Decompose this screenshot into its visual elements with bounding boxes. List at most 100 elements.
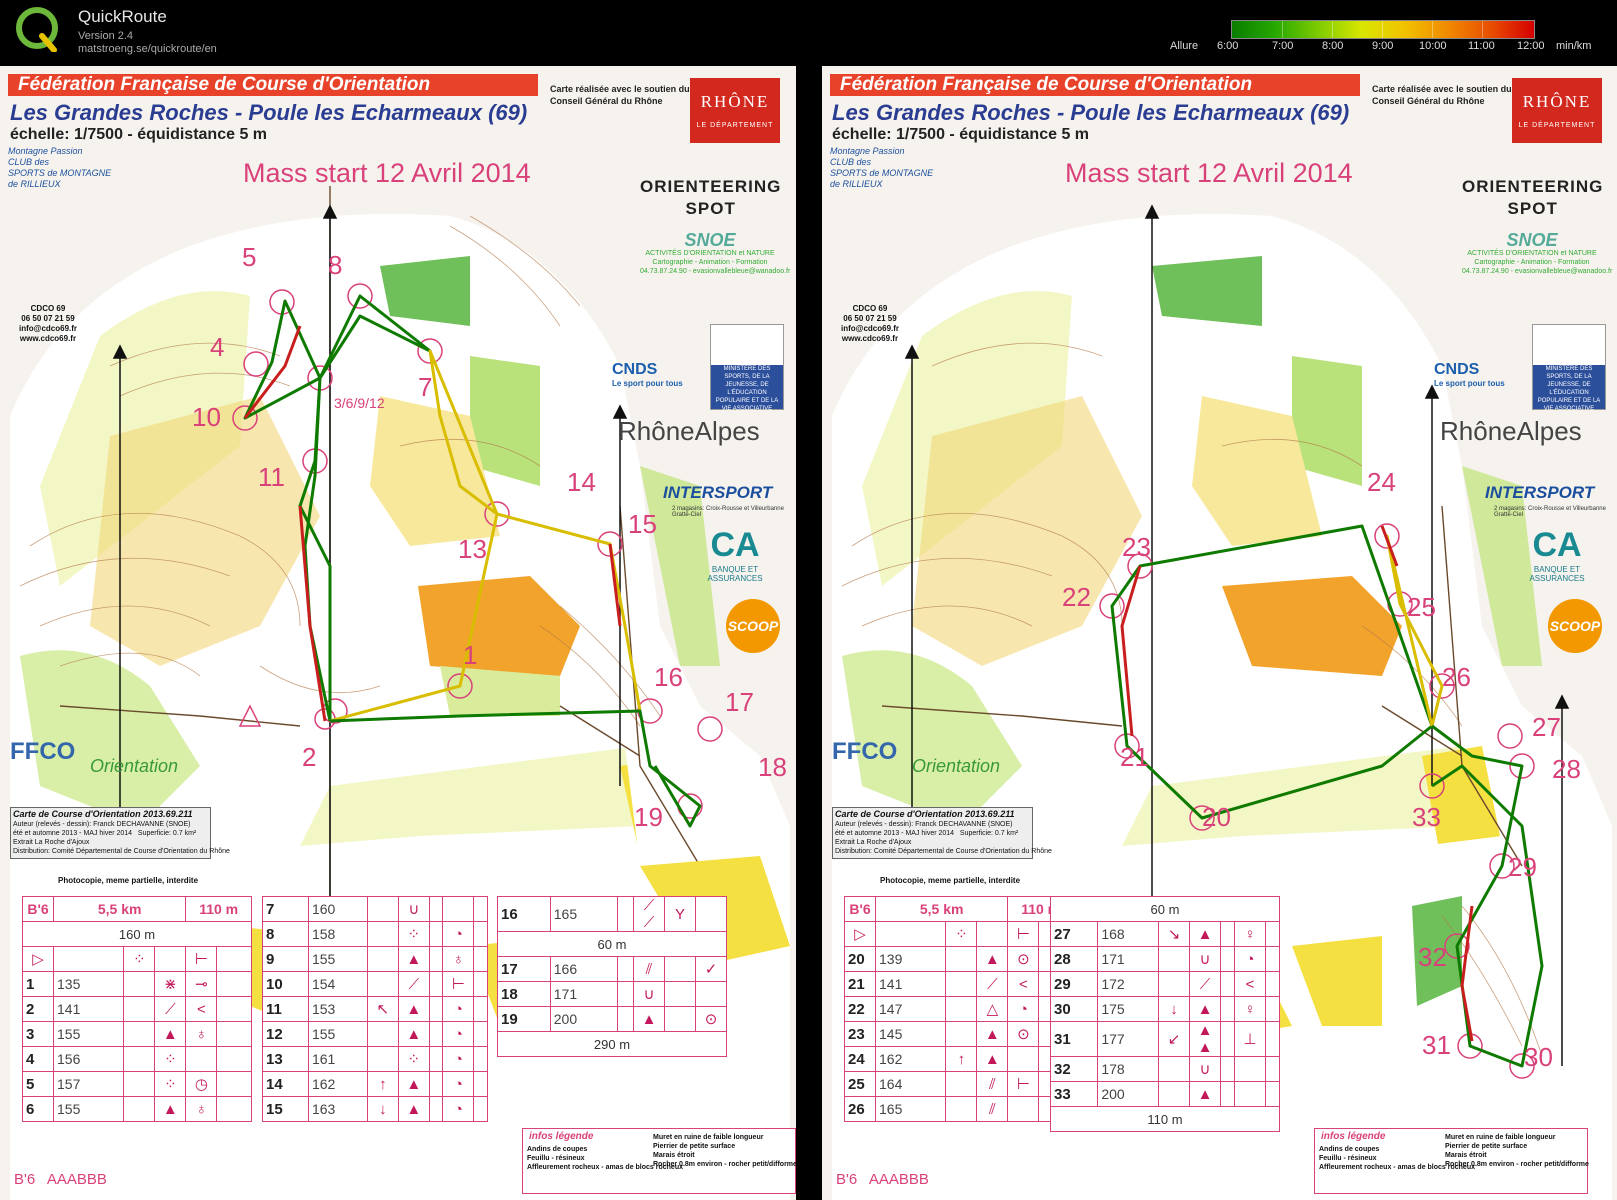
description-table-left-2: 7 160 ∪ 8 158 ⁘ ◔ 9 155 ▲ ♁ 10 154 ⟋ ⊢ 11 153 ↖ ▲ ◔ 12 1…	[262, 896, 488, 1122]
legend-left: Andins de coupes Feuillu - résineux Affl…	[1319, 1146, 1475, 1171]
control-symbol: ▲ ▲	[1189, 1021, 1221, 1057]
control-num: 32	[1049, 1056, 1099, 1082]
map-scale: échelle: 1/7500 - équidistance 5 m	[832, 126, 1090, 143]
control-num: 25	[844, 1071, 876, 1097]
orienteering-spot-logo: ORIENTEERING SPOT	[1462, 177, 1604, 218]
course-orientation-logo: Orientation	[90, 756, 179, 776]
footer-code: B'6	[14, 1171, 36, 1188]
legend-box-right: infos légende Andins de coupes Feuillu -…	[1314, 1128, 1589, 1194]
control-detail: ♁	[185, 1021, 218, 1047]
control-detail: ⊙	[695, 1006, 727, 1032]
control-symbol: ▲	[1189, 921, 1221, 947]
cnds-sub: Le sport pour tous	[1434, 379, 1505, 388]
rhone-logo: RHÔNE LE DÉPARTEMENT	[1512, 78, 1602, 143]
control-symbol: ⁘	[397, 921, 430, 947]
pace-color-scale	[1231, 20, 1535, 39]
rhone-logo: RHÔNE LE DÉPARTEMENT	[690, 78, 780, 143]
app-toolbar: QuickRoute Version 2.4 matstroeng.se/qui…	[0, 0, 1617, 62]
rhone-logo-sub: LE DÉPARTEMENT	[696, 122, 774, 129]
pace-tick: 7:00	[1272, 40, 1294, 52]
control-num: 11	[262, 996, 309, 1022]
control-code: 141	[874, 971, 947, 997]
control-detail: ⊢	[1007, 1071, 1040, 1097]
map-title: Les Grandes Roches - Poule les Echarmeau…	[832, 100, 1350, 125]
control-num: 26	[844, 1096, 876, 1122]
control-symbol: ∪	[633, 981, 665, 1007]
control-code: 172	[1097, 971, 1159, 997]
control-detail: ◷	[185, 1071, 218, 1097]
control-detail: ◔	[442, 1096, 475, 1122]
course-length: 5,5 km	[52, 896, 187, 922]
control-detail: ⊙	[1007, 946, 1040, 972]
control-symbol: ⫽	[976, 1071, 1009, 1097]
control-detail: ♁	[185, 1096, 218, 1122]
pace-tick: 12:00	[1517, 40, 1545, 52]
control-detail: ⊢	[442, 971, 475, 997]
card-title: Carte de Course d'Orientation 2013.69.21…	[835, 809, 1015, 819]
footer-letters: AAABBB	[46, 1171, 107, 1188]
control-symbol: ⟋	[1189, 971, 1221, 997]
control-code: 145	[874, 1021, 947, 1047]
control-num: 5	[22, 1071, 54, 1097]
map-panel-right[interactable]: Fédération Française de Course d'Orienta…	[822, 66, 1617, 1200]
control-symbol: ⟋ ⟋	[633, 896, 665, 932]
control-detail: ✓	[695, 956, 727, 982]
control-num: 15	[262, 1096, 309, 1122]
ministry-logo: MINISTÈRE DES SPORTS, DE LA JEUNESSE, DE…	[710, 324, 784, 412]
control-code: 154	[307, 971, 368, 997]
control-num: 14	[262, 1071, 309, 1097]
card-lines: Auteur (relevés - dessin): Franck DECHAV…	[835, 821, 1052, 855]
app-url[interactable]: matstroeng.se/quickroute/en	[78, 43, 217, 55]
control-detail: ◔	[1007, 996, 1040, 1022]
start-triangle-icon: ▷	[22, 946, 54, 972]
radio-scoop-logo: SCOOP	[726, 599, 780, 653]
event-title: Mass start 12 Avril 2014	[243, 158, 531, 188]
rhone-logo-text: RHÔNE	[700, 92, 770, 111]
ca-mark: CA	[1532, 526, 1582, 564]
control-detail: ⊸	[185, 971, 218, 997]
control-num: 20	[844, 946, 876, 972]
control-symbol: ▲	[397, 996, 430, 1022]
control-detail	[185, 1046, 218, 1072]
map-panel-left[interactable]: Fédération Française de Course d'Orienta…	[0, 66, 796, 1200]
control-detail: ♁	[442, 946, 475, 972]
control-symbol: ⁘	[397, 1046, 430, 1072]
event-title: Mass start 12 Avril 2014	[1065, 158, 1353, 188]
control-symbol: ∪	[1189, 1056, 1221, 1082]
map-title: Les Grandes Roches - Poule les Echarmeau…	[10, 100, 528, 125]
rhone-alpes-logo: RhôneAlpes	[618, 416, 760, 446]
control-num: 3	[22, 1021, 54, 1047]
credit-agricole-logo: CA BANQUE ET ASSURANCES	[1512, 526, 1602, 583]
control-code: 166	[549, 956, 619, 982]
control-arrow	[366, 896, 399, 922]
club-logo: Montagne Passion CLUB des SPORTS de MONT…	[8, 146, 112, 189]
course-orientation-logo: Orientation	[912, 756, 1001, 776]
control-num: 4	[22, 1046, 54, 1072]
finish-leg: 290 m	[497, 1031, 727, 1057]
description-table-right-2: 60 m 27 168 ↘ ▲ ♀ 28 171 ∪ ◔ 29 172 ⟋ < 30 175 ↓ ▲ ♀ 3…	[1049, 896, 1281, 1132]
control-num: 23	[844, 1021, 876, 1047]
control-arrow: ↖	[366, 996, 399, 1022]
control-detail: ◔	[442, 1021, 475, 1047]
control-code: 162	[874, 1046, 947, 1072]
cnds-logo: CNDS Le sport pour tous	[612, 361, 683, 388]
photocopy-notice: Photocopie, meme partielle, interdite	[880, 876, 1021, 885]
description-table-left-3: 16 165 ⟋ ⟋ Y 60 m 17 166 ⫽ ✓ 18 171 ∪ 19 200 ▲ ⊙ 29…	[497, 896, 727, 1057]
control-detail: ◔	[442, 1071, 475, 1097]
control-num: 21	[844, 971, 876, 997]
control-detail: <	[1007, 971, 1040, 997]
ministry-text: MINISTÈRE DES SPORTS, DE LA JEUNESSE, DE…	[1533, 365, 1605, 412]
control-symbol: ▲	[154, 1021, 187, 1047]
control-num: 29	[1049, 971, 1099, 997]
ca-mark: CA	[710, 526, 760, 564]
description-table-right-1: B'6 5,5 km 110 m ▷ ⁘ ⊢ 20 139 ▲ ⊙ 21 141 ⟋ < 22 147…	[844, 896, 1074, 1122]
course-code: B'6	[844, 896, 876, 922]
control-num: 1	[22, 971, 54, 997]
map-scale: échelle: 1/7500 - équidistance 5 m	[10, 126, 268, 143]
control-code: 177	[1097, 1021, 1159, 1057]
control-detail	[1007, 1096, 1040, 1122]
control-symbol: ▲	[397, 1096, 430, 1122]
control-arrow: ↓	[366, 1096, 399, 1122]
ministry-logo: MINISTÈRE DES SPORTS, DE LA JEUNESSE, DE…	[1532, 324, 1606, 412]
control-detail: <	[185, 996, 218, 1022]
